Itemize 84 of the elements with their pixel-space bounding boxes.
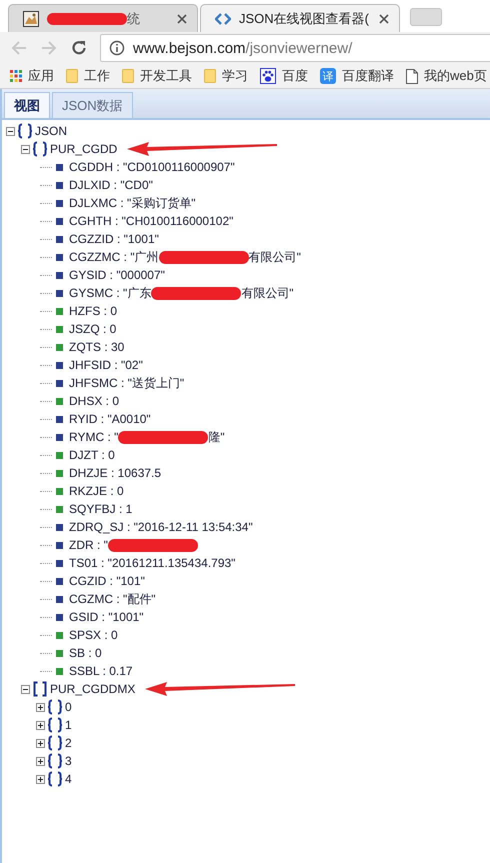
address-bar[interactable]: www.bejson.com/jsonviewernew/ <box>100 34 490 62</box>
url-host: www.bejson.com <box>133 40 246 56</box>
braces-icon <box>17 123 33 139</box>
view-tab[interactable]: JSON数据 <box>52 92 133 118</box>
property-text: RYID : "A0010" <box>69 412 151 426</box>
view-tab[interactable]: 视图 <box>4 92 50 118</box>
property-text: 有限公司" <box>241 284 294 302</box>
property-text: TS01 : "20161211.135434.793" <box>69 556 236 570</box>
property-text: CGHTH : "CH0100116000102" <box>69 214 234 228</box>
paw-icon <box>260 68 276 84</box>
bookmark[interactable]: 学习 <box>204 67 248 85</box>
property-text: SPSX : 0 <box>69 628 118 642</box>
bookmark[interactable]: 译 百度翻译 <box>320 67 394 85</box>
browser-tab[interactable]: 统 <box>8 4 198 32</box>
expand-toggle[interactable] <box>36 774 45 784</box>
reload-icon[interactable] <box>70 39 88 57</box>
property-text: ZDRQ_SJ : "2016-12-11 13:54:34" <box>69 520 253 534</box>
bookmark[interactable]: 百度 <box>260 67 308 85</box>
bookmark[interactable]: 开发工具 <box>122 67 192 85</box>
page-icon <box>406 68 418 84</box>
expand-toggle[interactable] <box>36 720 45 730</box>
property-text: SSBL : 0.17 <box>69 664 133 678</box>
close-icon[interactable] <box>177 14 187 24</box>
property-text: HZFS : 0 <box>69 304 118 318</box>
property-text: 有限公司" <box>248 248 301 266</box>
property-text: GSID : "1001" <box>69 610 144 624</box>
url-path: /jsonviewernew/ <box>246 40 352 56</box>
node-label[interactable]: PUR_CGDDMX <box>50 682 136 696</box>
expand-toggle[interactable] <box>36 738 45 748</box>
bookmark[interactable]: 工作 <box>66 67 110 85</box>
node-label[interactable]: JSON <box>35 124 68 138</box>
bookmark[interactable]: 应用 <box>10 67 54 85</box>
braces-icon <box>47 699 63 715</box>
property-text: RYMC : " <box>69 430 118 444</box>
braces-icon <box>47 753 63 769</box>
property-text: JHFSID : "02" <box>69 358 143 372</box>
code-icon <box>215 12 231 24</box>
translate-badge: 译 <box>320 68 336 84</box>
property-text: DJLXID : "CD0" <box>69 178 153 192</box>
braces-icon <box>32 141 48 157</box>
braces-icon <box>47 771 63 787</box>
property-text: CGZZID : "1001" <box>69 232 159 246</box>
braces-icon <box>47 735 63 751</box>
property-text: JSZQ : 0 <box>69 322 116 336</box>
browser-tab[interactable]: JSON在线视图查看器( <box>200 4 400 32</box>
expand-toggle[interactable] <box>36 756 45 766</box>
property-text: SQYFBJ : 1 <box>69 502 132 516</box>
tab-title: 统 <box>127 10 140 28</box>
property-text: JHFSMC : "送货上门" <box>69 374 184 392</box>
property-text: GYSMC : "广东 <box>69 284 152 302</box>
property-text: ZQTS : 30 <box>69 340 124 354</box>
node-label[interactable]: PUR_CGDD <box>50 142 118 156</box>
node-label[interactable]: 4 <box>65 772 72 786</box>
close-icon[interactable] <box>379 14 389 24</box>
folder-icon <box>122 69 134 83</box>
folder-icon <box>66 69 78 83</box>
expand-toggle[interactable] <box>36 702 45 712</box>
property-text: ZDR : " <box>69 538 108 552</box>
property-text: CGZMC : "配件" <box>69 590 156 608</box>
collapse-toggle[interactable] <box>21 144 30 154</box>
braces-icon <box>47 717 63 733</box>
property-text: DHZJE : 10637.5 <box>69 466 162 480</box>
property-text: SB : 0 <box>69 646 102 660</box>
folder-icon <box>204 69 216 83</box>
property-text: DHSX : 0 <box>69 394 120 408</box>
node-label[interactable]: 1 <box>65 718 72 732</box>
info-icon <box>109 40 125 56</box>
node-label[interactable]: 2 <box>65 736 72 750</box>
property-text: 隆" <box>208 428 225 446</box>
property-text: CGZID : "101" <box>69 574 145 588</box>
property-text: DJZT : 0 <box>69 448 115 462</box>
bookmark[interactable]: 我的web页 <box>406 67 487 85</box>
property-text: RKZJE : 0 <box>69 484 124 498</box>
property-text: DJLXMC : "采购订货单" <box>69 194 196 212</box>
node-label[interactable]: 0 <box>65 700 72 714</box>
collapse-toggle[interactable] <box>21 684 30 694</box>
property-text: CGDDH : "CD0100116000907" <box>69 160 235 174</box>
property-text: GYSID : "000007" <box>69 268 165 282</box>
brackets-icon <box>32 681 48 697</box>
property-text: CGZZMC : "广州 <box>69 248 159 266</box>
tab-title: JSON在线视图查看器( <box>239 10 369 28</box>
collapse-toggle[interactable] <box>6 126 15 136</box>
node-label[interactable]: 3 <box>65 754 72 768</box>
apps-icon <box>10 70 22 82</box>
